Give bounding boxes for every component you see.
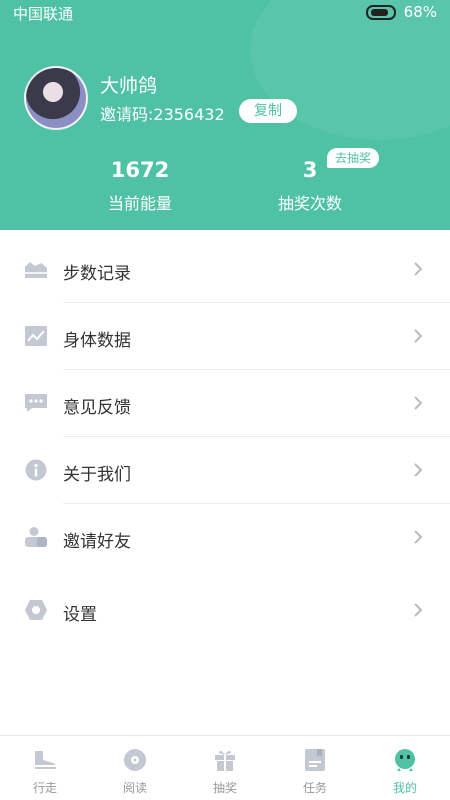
robot-face-icon (395, 749, 415, 771)
battery-percent: 68% (403, 3, 437, 21)
menu-item-settings[interactable]: 设置 (0, 577, 450, 644)
profile-header: 中国联通 68% 大帅鸽 邀请码:2356432 复制 1672 当前能量 3 … (0, 0, 450, 230)
chat-bubble-icon (25, 394, 47, 412)
menu-list: 步数记录 身体数据 意见反馈 关于我们 邀请好友 设置 (0, 236, 450, 644)
bottom-tab-bar: 行走 阅读 抽奖 任务 我的 (0, 735, 450, 800)
chevron-right-icon (414, 329, 423, 343)
tab-label: 我的 (392, 781, 417, 795)
chevron-right-icon (414, 603, 423, 617)
tab-label: 阅读 (122, 781, 147, 795)
copy-button[interactable]: 复制 (239, 99, 297, 123)
menu-label: 身体数据 (63, 331, 131, 351)
menu-item-about[interactable]: 关于我们 (0, 437, 450, 504)
tab-label: 行走 (32, 781, 57, 795)
energy-label: 当前能量 (107, 194, 172, 213)
chart-line-icon (25, 326, 47, 346)
menu-label: 关于我们 (63, 465, 131, 485)
tab-read[interactable]: 阅读 (90, 736, 180, 800)
chevron-right-icon (414, 396, 423, 410)
hexagon-settings-icon (25, 600, 47, 620)
carrier-label: 中国联通 (13, 5, 74, 23)
steps-record-icon (25, 262, 47, 278)
draw-label: 抽奖次数 (277, 194, 342, 213)
menu-item-body-data[interactable]: 身体数据 (0, 303, 450, 370)
status-bar: 中国联通 68% (0, 0, 450, 26)
battery-icon (366, 5, 396, 20)
chevron-right-icon (414, 262, 423, 276)
menu-label: 步数记录 (63, 264, 131, 284)
energy-stat: 1672 当前能量 (60, 158, 220, 214)
task-icon (305, 749, 325, 771)
menu-item-invite[interactable]: 邀请好友 (0, 504, 450, 571)
shoe-icon (35, 751, 56, 769)
avatar[interactable] (24, 66, 88, 130)
menu-item-steps[interactable]: 步数记录 (0, 236, 450, 303)
tab-walk[interactable]: 行走 (0, 736, 90, 800)
people-icon (25, 527, 47, 547)
menu-label: 设置 (63, 605, 97, 625)
gift-icon (215, 750, 235, 771)
go-draw-button[interactable]: 去抽奖 (327, 148, 379, 168)
chevron-right-icon (414, 530, 423, 544)
tab-label: 抽奖 (212, 781, 237, 795)
menu-item-feedback[interactable]: 意见反馈 (0, 370, 450, 437)
tab-tasks[interactable]: 任务 (270, 736, 360, 800)
disc-icon (124, 749, 146, 771)
tab-mine[interactable]: 我的 (360, 736, 450, 800)
info-icon (25, 459, 47, 481)
username: 大帅鸽 (100, 75, 158, 97)
menu-label: 意见反馈 (63, 398, 131, 418)
tab-lottery[interactable]: 抽奖 (180, 736, 270, 800)
menu-label: 邀请好友 (63, 532, 131, 552)
tab-label: 任务 (302, 781, 327, 795)
chevron-right-icon (414, 463, 423, 477)
energy-value: 1672 (110, 158, 170, 182)
invite-code: 邀请码:2356432 (100, 105, 225, 124)
